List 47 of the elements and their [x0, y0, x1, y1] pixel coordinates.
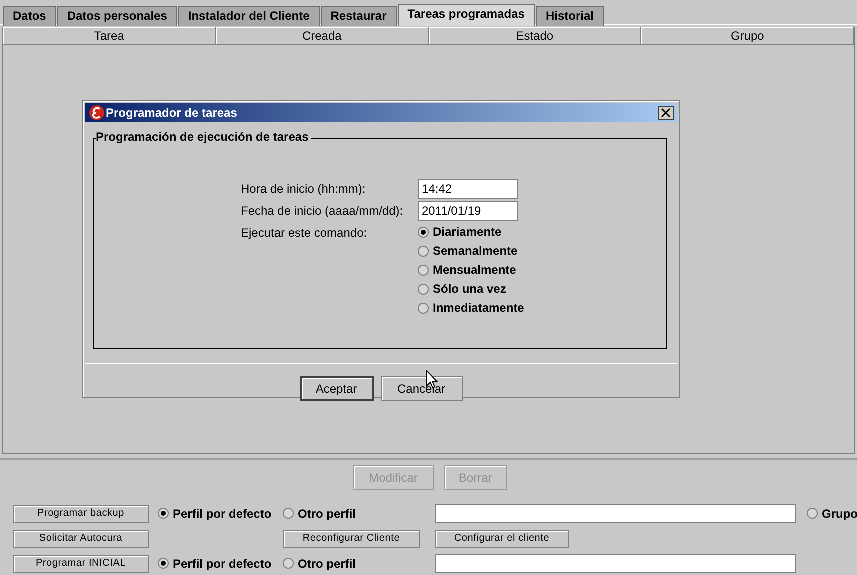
radio-button[interactable] — [418, 284, 429, 294]
command-button[interactable]: Solicitar Autocura — [13, 530, 149, 548]
radio-button[interactable] — [283, 508, 294, 519]
tab[interactable]: Historial — [536, 6, 604, 26]
command-button[interactable]: Programar INICIAL — [13, 554, 149, 572]
tab[interactable]: Restaurar — [320, 6, 397, 26]
tab[interactable]: Instalador del Cliente — [178, 6, 320, 26]
radio-option[interactable]: Diariamente — [418, 225, 558, 239]
radio-button[interactable] — [418, 226, 429, 238]
input-field[interactable]: 2011/01/19 — [418, 201, 518, 221]
command-button[interactable]: Configurar el cliente — [435, 530, 569, 548]
radio-option[interactable]: Otro perfil — [283, 506, 435, 520]
tab[interactable]: Tareas programadas — [398, 4, 535, 26]
input-field[interactable] — [435, 554, 796, 573]
app-logo-icon — [89, 104, 105, 120]
radio-button[interactable] — [418, 302, 429, 314]
radio-option[interactable]: Semanalmente — [418, 244, 558, 258]
radio-button[interactable] — [283, 558, 294, 569]
command-button[interactable]: Programar backup — [13, 504, 149, 522]
radio-button[interactable] — [807, 508, 818, 519]
tab[interactable]: Datos personales — [57, 6, 178, 26]
dialog-button[interactable]: Cancelar — [380, 376, 462, 401]
radio-option[interactable]: Perfil por defecto — [158, 506, 283, 520]
radio-button[interactable] — [418, 246, 429, 256]
radio-option[interactable]: Mensualmente — [418, 263, 558, 277]
dialog-button[interactable]: Aceptar — [300, 376, 374, 401]
field-label: Ejecutar este comando: — [241, 225, 368, 242]
group-title: Programación de ejecución de tareas — [96, 130, 311, 144]
radio-option[interactable]: Otro perfil — [283, 556, 435, 570]
column-header[interactable]: Tarea — [3, 27, 216, 45]
command-button[interactable]: Reconfigurar Cliente — [283, 530, 420, 548]
close-icon[interactable] — [658, 106, 674, 120]
radio-option[interactable]: Perfil por defecto — [158, 556, 283, 570]
field-label: Hora de inicio (hh:mm): — [241, 181, 367, 198]
input-field[interactable]: 14:42 — [418, 179, 518, 199]
radio-button[interactable] — [418, 264, 429, 276]
radio-option[interactable]: Inmediatamente — [418, 301, 558, 315]
field-label: Fecha de inicio (aaaa/mm/dd): — [241, 203, 404, 220]
window-title: Programador de tareas — [106, 106, 238, 120]
column-header[interactable]: Creada — [216, 27, 428, 45]
tab[interactable]: Datos — [3, 6, 56, 26]
column-header[interactable]: Grupo — [641, 27, 854, 45]
radio-option[interactable]: Sólo una vez — [418, 282, 558, 296]
radio-button[interactable] — [158, 558, 169, 569]
column-header[interactable]: Estado — [428, 27, 642, 45]
radio-button[interactable] — [158, 508, 169, 519]
input-field[interactable] — [435, 504, 796, 523]
